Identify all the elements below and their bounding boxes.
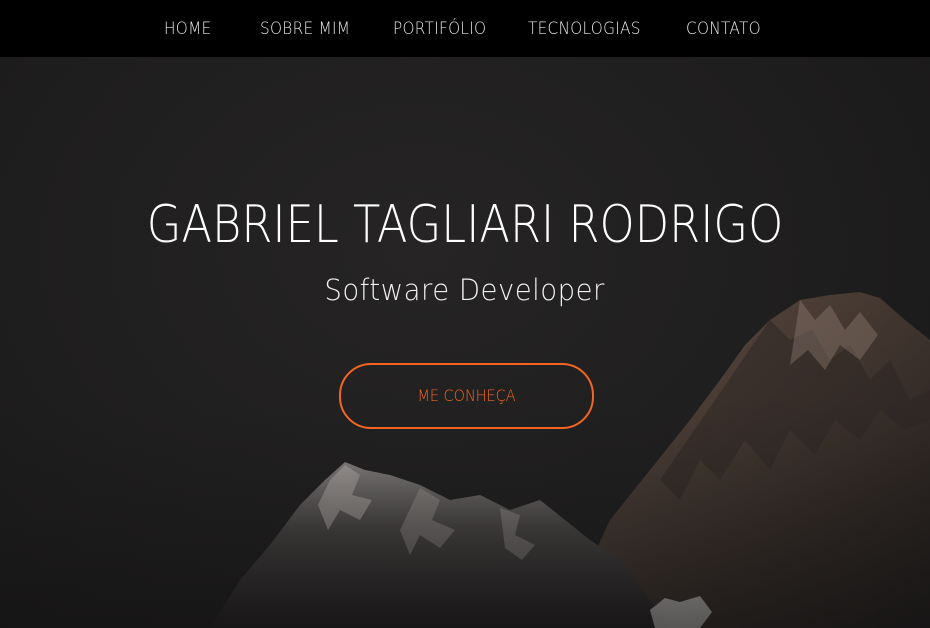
mountain-background-image xyxy=(0,292,930,628)
hero-subtitle-text: Software Developer xyxy=(324,273,606,307)
nav-item-sobre-mim[interactable]: SOBRE MIM xyxy=(260,18,350,40)
hero-title: GABRIEL TAGLIARI RODRIGO xyxy=(0,190,930,260)
me-conheca-button-label: ME CONHEÇA xyxy=(417,386,516,405)
top-navigation: HOME SOBRE MIM PORTIFÓLIO TECNOLOGIAS CO… xyxy=(0,0,930,57)
hero-title-text: GABRIEL TAGLIARI RODRIGO xyxy=(146,195,784,255)
nav-item-tecnologias[interactable]: TECNOLOGIAS xyxy=(528,18,641,40)
me-conheca-button[interactable]: ME CONHEÇA xyxy=(339,363,594,429)
page: HOME SOBRE MIM PORTIFÓLIO TECNOLOGIAS CO… xyxy=(0,0,930,628)
hero-subtitle: Software Developer xyxy=(0,270,930,310)
nav-item-home[interactable]: HOME xyxy=(164,18,212,40)
nav-item-contato[interactable]: CONTATO xyxy=(686,18,761,40)
nav-item-portifolio[interactable]: PORTIFÓLIO xyxy=(393,18,486,40)
